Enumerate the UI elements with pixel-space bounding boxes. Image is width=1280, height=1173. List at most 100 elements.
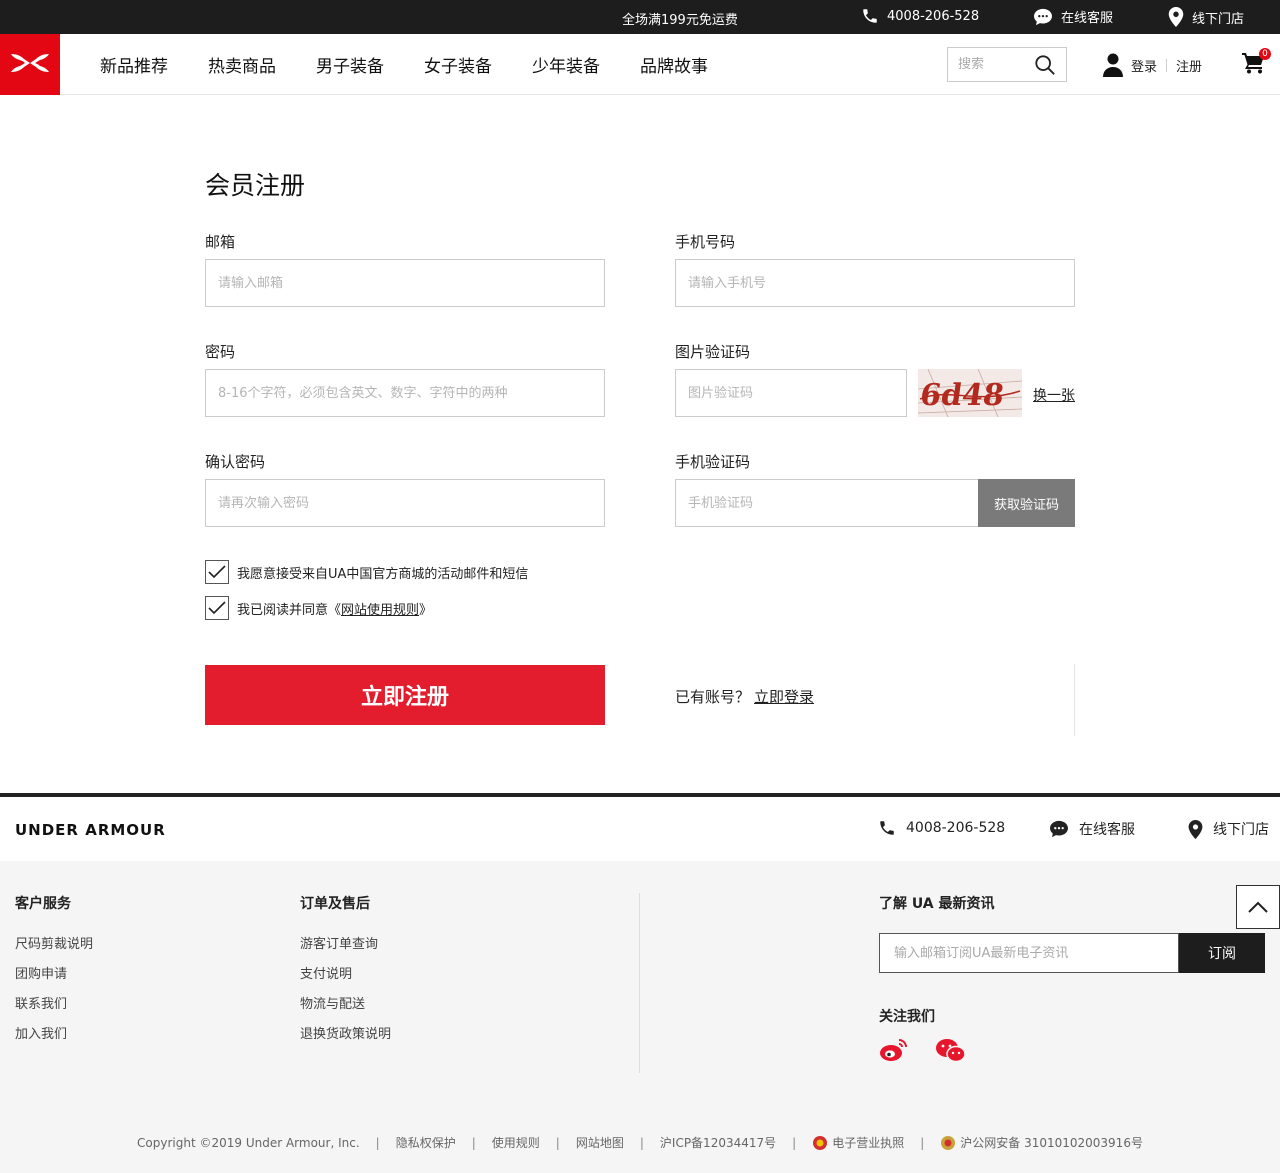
search-input[interactable]	[958, 57, 1028, 72]
topbar-stores-text: 线下门店	[1192, 11, 1245, 27]
chevron-up-icon	[1248, 901, 1268, 913]
icp-link[interactable]: 沪ICP备12034417号	[660, 1134, 776, 1151]
nav-hot-items[interactable]: 热卖商品	[208, 52, 276, 77]
copyright-bar: Copyright ©2019 Under Armour, Inc. | 隐私权…	[0, 1134, 1280, 1151]
location-pin-icon	[1188, 819, 1203, 839]
captcha-image[interactable]: 6d48	[918, 369, 1022, 417]
newsletter-email-input[interactable]	[879, 933, 1179, 973]
refresh-captcha-link[interactable]: 换一张	[1033, 385, 1075, 405]
footer-stores[interactable]: 线下门店	[1188, 819, 1269, 839]
weibo-icon[interactable]	[879, 1037, 909, 1067]
email-field[interactable]	[205, 259, 605, 307]
email-label: 邮箱	[205, 233, 236, 251]
police-badge-icon	[941, 1135, 956, 1150]
captcha-field[interactable]	[675, 369, 907, 417]
get-sms-code-button[interactable]: 获取验证码	[978, 479, 1075, 527]
sitemap-link[interactable]: 网站地图	[576, 1134, 624, 1151]
subscribe-button[interactable]: 订阅	[1179, 933, 1265, 973]
marketing-consent-checkbox[interactable]	[205, 560, 229, 584]
nav-brand-story[interactable]: 品牌故事	[640, 52, 708, 77]
confirm-password-label: 确认密码	[205, 453, 266, 471]
user-links: 登录 注册	[1103, 53, 1202, 77]
privacy-link[interactable]: 隐私权保护	[396, 1134, 456, 1151]
separator: |	[471, 1135, 476, 1150]
footer-col-title: 订单及售后	[300, 896, 370, 912]
footer-service[interactable]: 在线客服	[1049, 819, 1135, 839]
search-box	[947, 47, 1067, 82]
divider	[1074, 664, 1075, 736]
terms-of-use-link[interactable]: 使用规则	[492, 1134, 540, 1151]
separator: |	[555, 1135, 560, 1150]
password-field[interactable]	[205, 369, 605, 417]
nav-women[interactable]: 女子装备	[424, 52, 492, 77]
wechat-icon[interactable]	[935, 1037, 967, 1069]
nav-new-arrivals[interactable]: 新品推荐	[100, 52, 168, 77]
business-license-link[interactable]: 电子营业执照	[812, 1134, 904, 1151]
separator: |	[375, 1135, 380, 1150]
cart-button[interactable]: 0	[1242, 48, 1271, 78]
cart-count-badge: 0	[1259, 48, 1271, 60]
footer-link[interactable]: 退换货政策说明	[300, 1023, 391, 1042]
footer-link[interactable]: 游客订单查询	[300, 933, 391, 952]
separator: |	[920, 1135, 925, 1150]
footer-col-title: 客户服务	[15, 896, 71, 912]
password-label: 密码	[205, 343, 236, 361]
topbar-phone[interactable]: 4008-206-528	[861, 7, 979, 25]
user-icon	[1103, 53, 1123, 77]
footer-phone[interactable]: 4008-206-528	[878, 819, 1005, 837]
login-link[interactable]: 登录	[1131, 56, 1157, 75]
terms-consent-checkbox[interactable]	[205, 596, 229, 620]
phone-field[interactable]	[675, 259, 1075, 307]
marketing-consent-text: 我愿意接受来自UA中国官方商城的活动邮件和短信	[237, 566, 529, 582]
location-pin-icon	[1168, 7, 1184, 27]
footer-link[interactable]: 团购申请	[15, 963, 93, 982]
confirm-password-field[interactable]	[205, 479, 605, 527]
search-icon[interactable]	[1034, 54, 1056, 76]
have-account: 已有账号？ 立即登录	[675, 686, 814, 707]
divider	[1166, 58, 1168, 72]
register-link[interactable]: 注册	[1176, 56, 1202, 75]
footer-link[interactable]: 支付说明	[300, 963, 391, 982]
marketing-consent: 我愿意接受来自UA中国官方商城的活动邮件和短信	[205, 560, 528, 584]
footer-divider	[639, 893, 640, 1073]
brand-logo[interactable]	[0, 34, 60, 95]
main-nav: 新品推荐 热卖商品 男子装备 女子装备 少年装备 品牌故事	[100, 52, 748, 77]
footer-link[interactable]: 物流与配送	[300, 993, 391, 1012]
separator: |	[639, 1135, 644, 1150]
terms-prefix: 我已阅读并同意《	[237, 602, 342, 618]
footer-col-customer-service: 客户服务 尺码剪裁说明 团购申请 联系我们 加入我们	[15, 893, 93, 1053]
footer-main: 客户服务 尺码剪裁说明 团购申请 联系我们 加入我们 订单及售后 游客订单查询 …	[0, 861, 1280, 1173]
topbar-stores[interactable]: 线下门店	[1168, 7, 1244, 27]
police-record-link[interactable]: 沪公网安备 31010102003916号	[940, 1134, 1143, 1151]
footer-link[interactable]: 尺码剪裁说明	[15, 933, 93, 952]
topbar-service-text: 在线客服	[1061, 11, 1114, 26]
topbar-phone-text: 4008-206-528	[887, 8, 980, 24]
footer-link[interactable]: 联系我们	[15, 993, 93, 1012]
have-account-text: 已有账号？	[675, 688, 751, 706]
register-submit-button[interactable]: 立即注册	[205, 665, 605, 725]
captcha-noise: 6d48	[918, 369, 1022, 417]
nav-youth[interactable]: 少年装备	[532, 52, 600, 77]
back-to-top-button[interactable]	[1236, 885, 1280, 929]
footer-header: UNDER ARMOUR 4008-206-528 在线客服 线下门店	[0, 797, 1280, 861]
page-title: 会员注册	[205, 171, 306, 200]
phone-label: 手机号码	[675, 233, 736, 251]
footer-col-orders: 订单及售后 游客订单查询 支付说明 物流与配送 退换货政策说明	[300, 893, 391, 1053]
copyright-text: Copyright ©2019 Under Armour, Inc.	[137, 1135, 360, 1150]
emblem-icon	[813, 1135, 828, 1150]
login-now-link[interactable]: 立即登录	[754, 688, 814, 706]
terms-link[interactable]: 网站使用规则	[341, 599, 419, 618]
phone-icon	[880, 821, 894, 835]
sms-code-field[interactable]	[675, 479, 979, 527]
chat-icon	[1050, 820, 1068, 838]
footer-link[interactable]: 加入我们	[15, 1023, 93, 1042]
nav-men[interactable]: 男子装备	[316, 52, 384, 77]
sms-code-label: 手机验证码	[675, 453, 751, 471]
captcha-label: 图片验证码	[675, 343, 751, 361]
terms-suffix: 》	[419, 602, 433, 618]
newsletter-title: 了解 UA 最新资讯	[879, 896, 995, 912]
separator: |	[792, 1135, 797, 1150]
footer-stores-text: 线下门店	[1213, 822, 1269, 838]
follow-us-title: 关注我们	[879, 1009, 935, 1025]
topbar-service[interactable]: 在线客服	[1033, 7, 1113, 26]
